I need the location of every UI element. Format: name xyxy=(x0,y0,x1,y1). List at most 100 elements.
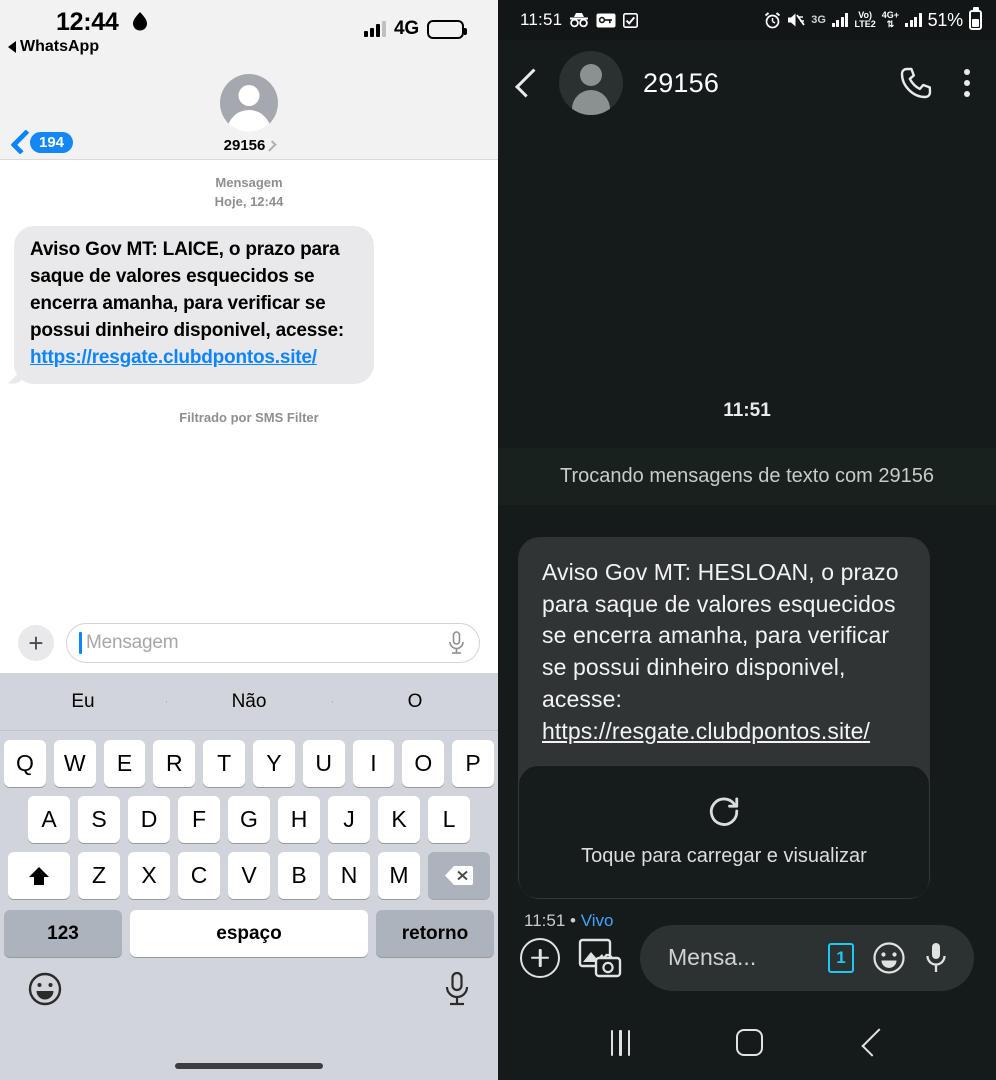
more-vertical-icon[interactable] xyxy=(964,69,970,97)
key-a[interactable]: A xyxy=(28,796,70,843)
ios-thread-meta: Mensagem Hoje, 12:44 xyxy=(0,174,498,212)
key-space[interactable]: espaço xyxy=(130,910,368,957)
android-appbar-actions xyxy=(898,65,970,101)
text-caret xyxy=(79,632,82,654)
key-l[interactable]: L xyxy=(428,796,470,843)
key-m[interactable]: M xyxy=(378,852,420,899)
android-4gplus-label: 4G+ ⇅ xyxy=(881,10,900,29)
key-b[interactable]: B xyxy=(278,852,320,899)
ios-contact-name: 29156 xyxy=(223,137,266,154)
android-navigation-bar xyxy=(498,1005,996,1080)
key-g[interactable]: G xyxy=(228,796,270,843)
image-camera-icon[interactable] xyxy=(578,938,622,978)
android-input-placeholder: Mensa... xyxy=(668,944,757,970)
chevron-left-icon[interactable] xyxy=(515,68,544,98)
key-h[interactable]: H xyxy=(278,796,320,843)
key-o[interactable]: O xyxy=(402,740,445,787)
android-message-body: Aviso Gov MT: HESLOAN, o prazo para saqu… xyxy=(542,557,906,747)
key-r[interactable]: R xyxy=(153,740,196,787)
ios-message-bubble[interactable]: Aviso Gov MT: LAICE, o prazo para saque … xyxy=(14,225,374,384)
recents-bars-icon[interactable] xyxy=(610,1029,631,1056)
sim-card-icon[interactable]: 1 xyxy=(828,942,854,973)
android-bubble-row: Aviso Gov MT: HESLOAN, o prazo para saqu… xyxy=(498,505,996,900)
key-c[interactable]: C xyxy=(178,852,220,899)
key-u[interactable]: U xyxy=(302,740,345,787)
android-status-clock: 11:51 xyxy=(520,10,563,29)
ios-message-link[interactable]: https://resgate.clubdpontos.site/ xyxy=(30,347,317,368)
microphone-icon[interactable] xyxy=(448,631,465,655)
key-y[interactable]: Y xyxy=(253,740,295,787)
key-k[interactable]: K xyxy=(378,796,420,843)
key-w[interactable]: W xyxy=(53,740,96,787)
person-avatar-icon xyxy=(220,74,278,132)
plus-icon[interactable]: + xyxy=(18,625,54,661)
shift-up-arrow-icon[interactable] xyxy=(8,852,70,899)
ios-keyboard-bottom-row xyxy=(0,957,498,1007)
key-p[interactable]: P xyxy=(452,740,494,787)
ios-back-app-label: WhatsApp xyxy=(20,38,100,55)
key-x[interactable]: X xyxy=(128,852,170,899)
android-message-link[interactable]: https://resgate.clubdpontos.site/ xyxy=(542,718,870,744)
nav-back-chevron-icon[interactable] xyxy=(861,1028,890,1057)
android-mms-download-panel[interactable]: Toque para carregar e visualizar xyxy=(518,765,930,900)
ios-keyboard-row-3: Z X C V B N M xyxy=(0,852,498,899)
ios-keyboard-row-4: 123 espaço retorno xyxy=(0,910,498,957)
key-j[interactable]: J xyxy=(328,796,370,843)
ios-suggestion-bar: Eu Não O xyxy=(0,673,498,731)
backspace-delete-icon[interactable] xyxy=(428,852,490,899)
key-d[interactable]: D xyxy=(128,796,170,843)
location-arrow-icon xyxy=(133,12,147,31)
phone-call-icon[interactable] xyxy=(898,65,934,101)
ios-home-indicator[interactable] xyxy=(175,1063,323,1069)
ios-thread-meta-time: Hoje, 12:44 xyxy=(214,193,284,209)
signal-bars-icon-2 xyxy=(905,13,922,27)
ios-suggestion-0[interactable]: Eu xyxy=(0,691,166,713)
android-contact-name[interactable]: 29156 xyxy=(643,68,719,99)
person-avatar-icon[interactable] xyxy=(559,51,623,115)
battery-icon xyxy=(427,19,467,39)
key-s[interactable]: S xyxy=(78,796,120,843)
ios-keyboard: Eu Não O Q W E R T Y U I O P A S D F G H… xyxy=(0,673,498,1080)
ios-filtered-note: Filtrado por SMS Filter xyxy=(179,409,319,425)
ios-suggestion-1[interactable]: Não xyxy=(166,691,332,713)
smiley-face-icon[interactable] xyxy=(872,941,906,975)
ios-back-to-app[interactable]: WhatsApp xyxy=(8,38,99,56)
signal-bars-icon-1 xyxy=(831,13,849,27)
incognito-glasses-icon xyxy=(570,13,589,28)
key-q[interactable]: Q xyxy=(4,740,46,787)
key-return[interactable]: retorno xyxy=(376,910,494,957)
ios-thread-meta-label: Mensagem xyxy=(215,175,283,190)
ios-status-right-group: 4G xyxy=(364,18,467,40)
ios-keyboard-row-1: Q W E R T Y U I O P xyxy=(0,740,498,787)
microphone-icon[interactable] xyxy=(444,971,470,1007)
android-thread-banner: Trocando mensagens de texto com 29156 xyxy=(498,448,996,505)
key-numbers[interactable]: 123 xyxy=(4,910,122,957)
plus-circle-icon[interactable] xyxy=(520,937,560,978)
ios-message-input[interactable]: Mensagem xyxy=(66,623,480,663)
android-volte-label: Vo) LTE2 xyxy=(854,10,876,29)
microphone-icon[interactable] xyxy=(924,941,948,975)
ios-contact-header[interactable]: 29156 xyxy=(0,74,498,154)
smiley-face-icon[interactable] xyxy=(28,972,62,1006)
ios-message-text: Aviso Gov MT: LAICE, o prazo para saque … xyxy=(30,238,344,341)
checkbox-checked-icon xyxy=(623,12,639,28)
android-compose-bar: Mensa... 1 xyxy=(498,910,996,1005)
ios-network-label: 4G xyxy=(394,18,419,39)
key-i[interactable]: I xyxy=(352,740,395,787)
alarm-clock-icon xyxy=(765,11,781,28)
android-message-bubble[interactable]: Aviso Gov MT: HESLOAN, o prazo para saqu… xyxy=(518,537,930,900)
ios-input-placeholder: Mensagem xyxy=(86,632,179,653)
home-square-icon[interactable] xyxy=(735,1029,763,1056)
ios-suggestion-2[interactable]: O xyxy=(332,691,498,713)
android-app-bar: 29156 xyxy=(498,40,996,126)
android-message-input[interactable]: Mensa... 1 xyxy=(640,924,974,991)
refresh-icon xyxy=(709,797,739,827)
android-mms-label: Toque para carregar e visualizar xyxy=(581,845,867,868)
key-e[interactable]: E xyxy=(103,740,146,787)
key-n[interactable]: N xyxy=(328,852,370,899)
android-status-bar: 11:51 3G Vo) LTE2 4G+ ⇅ 51% xyxy=(498,0,996,40)
key-z[interactable]: Z xyxy=(78,852,120,899)
key-t[interactable]: T xyxy=(203,740,245,787)
key-v[interactable]: V xyxy=(228,852,270,899)
key-f[interactable]: F xyxy=(178,796,220,843)
